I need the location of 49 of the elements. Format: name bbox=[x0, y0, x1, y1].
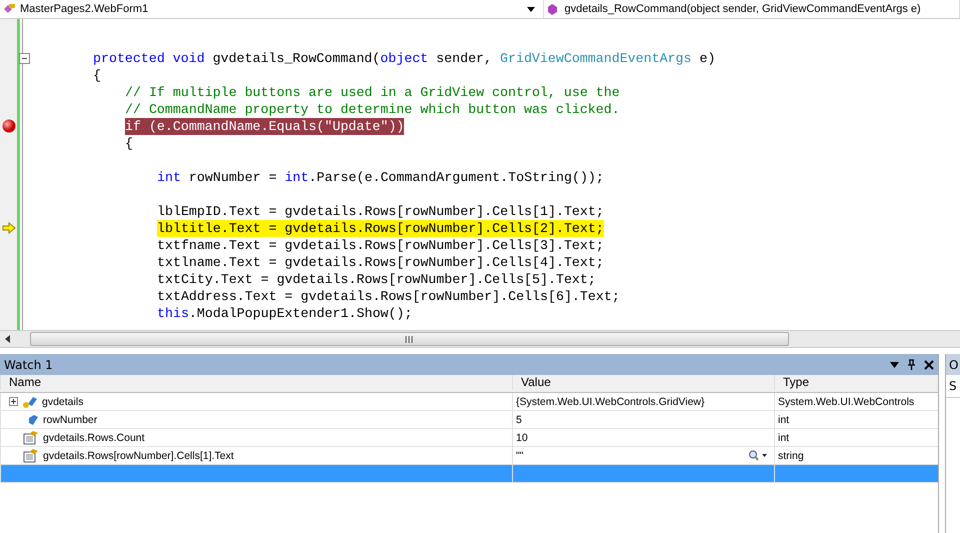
watch-row[interactable]: gvdetails.Rows[rowNumber].Cells[1].Text "" string bbox=[0, 447, 938, 465]
pin-icon[interactable] bbox=[907, 359, 916, 370]
watch-type: int bbox=[778, 414, 790, 426]
panel-tab[interactable]: S bbox=[949, 379, 957, 393]
object-icon bbox=[22, 394, 38, 408]
collapse-toggle[interactable] bbox=[19, 53, 30, 64]
property-icon bbox=[23, 448, 39, 462]
watch-value: 5 bbox=[516, 414, 522, 426]
class-dropdown[interactable]: MasterPages2.WebForm1 bbox=[0, 0, 544, 18]
scroll-left-icon[interactable] bbox=[3, 334, 13, 344]
code-line: this.ModalPopupExtender1.Show(); bbox=[157, 305, 412, 322]
breakpoint-icon[interactable] bbox=[2, 118, 16, 132]
code-line: // If multiple buttons are used in a GridView control, use the bbox=[125, 84, 620, 101]
panel-title: Watch 1 bbox=[4, 358, 53, 372]
magnifier-icon[interactable] bbox=[748, 450, 768, 461]
code-line: txtAddress.Text = gvdetails.Rows[rowNumber].Cells[6].Text; bbox=[157, 288, 620, 305]
code-line: { bbox=[125, 135, 133, 152]
scrollbar-thumb[interactable] bbox=[30, 332, 789, 346]
field-icon bbox=[27, 414, 39, 426]
code-line: int rowNumber = int.Parse(e.CommandArgument.ToString()); bbox=[157, 169, 604, 186]
watch-type: string bbox=[778, 450, 804, 462]
watch-row[interactable]: gvdetails {System.Web.UI.WebControls.GridView} System.Web.UI.WebControls bbox=[0, 393, 938, 411]
dropdown-icon[interactable] bbox=[890, 362, 899, 368]
class-icon bbox=[3, 3, 17, 15]
watch-name: rowNumber bbox=[43, 414, 98, 426]
watch-name: gvdetails.Rows[rowNumber].Cells[1].Text bbox=[43, 450, 234, 462]
panel-title: O bbox=[949, 358, 958, 372]
watch-value: 10 bbox=[516, 432, 528, 444]
property-icon bbox=[23, 430, 39, 444]
close-icon[interactable] bbox=[924, 360, 934, 370]
column-header[interactable]: Value bbox=[512, 375, 774, 390]
code-line: txtlname.Text = gvdetails.Rows[rowNumber].Cells[4].Text; bbox=[157, 254, 604, 271]
code-line: lblEmpID.Text = gvdetails.Rows[rowNumber].Cells[1].Text; bbox=[157, 203, 604, 220]
code-line: txtCity.Text = gvdetails.Rows[rowNumber].Cells[5].Text; bbox=[157, 271, 596, 288]
code-line: { bbox=[93, 67, 101, 84]
watch-type: System.Web.UI.WebControls bbox=[778, 396, 914, 408]
watch-row[interactable]: gvdetails.Rows.Count 10 int bbox=[0, 429, 938, 447]
watch-value: {System.Web.UI.WebControls.GridView} bbox=[516, 396, 704, 408]
watch-value: "" bbox=[516, 450, 524, 462]
code-line: // CommandName property to determine which button was clicked. bbox=[125, 101, 620, 118]
code-line: txtfname.Text = gvdetails.Rows[rowNumber].Cells[3].Text; bbox=[157, 237, 604, 254]
watch-name: gvdetails bbox=[42, 396, 84, 408]
watch-row[interactable]: rowNumber 5 int bbox=[0, 411, 938, 429]
watch-type: int bbox=[778, 432, 790, 444]
code-line: protected void gvdetails_RowCommand(object sender, GridViewCommandEventArgs e) bbox=[93, 50, 716, 67]
watch-name: gvdetails.Rows.Count bbox=[43, 432, 145, 444]
member-dropdown[interactable]: gvdetails_RowCommand(object sender, GridViewCommandEventArgs e) bbox=[544, 0, 960, 18]
column-header[interactable]: Name bbox=[0, 375, 512, 390]
expand-icon[interactable] bbox=[9, 397, 18, 406]
